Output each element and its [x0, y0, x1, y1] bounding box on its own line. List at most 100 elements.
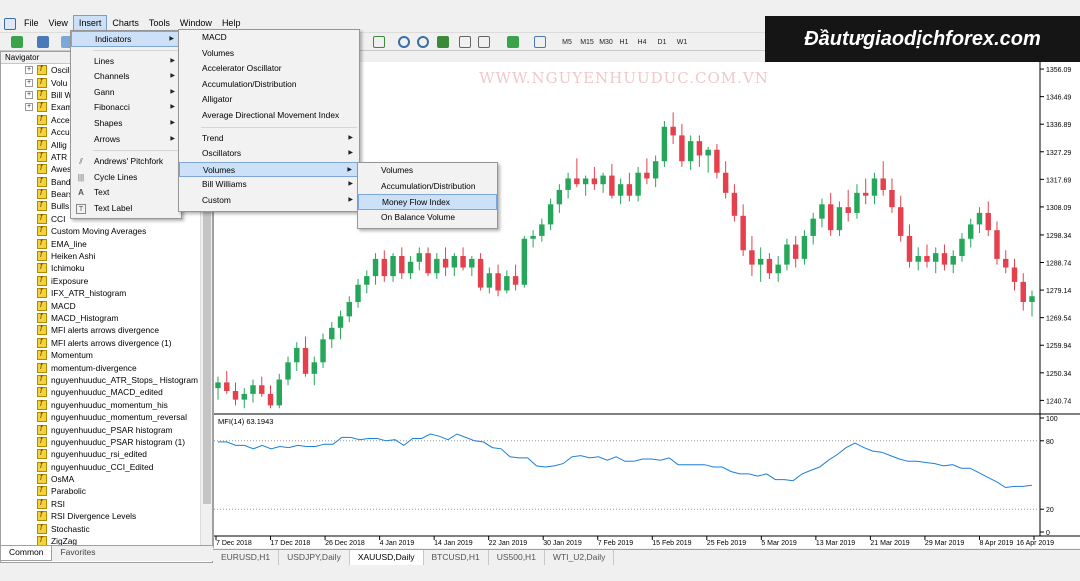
menu-charts[interactable]: Charts: [107, 16, 144, 31]
menu-file[interactable]: File: [19, 16, 44, 31]
navigator-item[interactable]: Momentum: [1, 349, 201, 361]
navigator-item[interactable]: MFI alerts arrows divergence (1): [1, 337, 201, 349]
menu-item-shapes[interactable]: Shapes ▶: [71, 116, 181, 132]
indicator-icon: [37, 448, 47, 460]
navigator-scroll-thumb[interactable]: [203, 184, 211, 504]
candle-body: [836, 207, 843, 231]
navigator-item[interactable]: MFI alerts arrows divergence: [1, 324, 201, 336]
menu-item-fibonacci[interactable]: Fibonacci ▶: [71, 100, 181, 116]
chart-tab[interactable]: US500,H1: [489, 550, 545, 565]
menu-item-cycle-lines[interactable]: ||| Cycle Lines: [71, 170, 181, 186]
navigator-item[interactable]: Parabolic: [1, 485, 201, 497]
navigator-item[interactable]: OsMA: [1, 473, 201, 485]
pitchfork-icon: ⫽: [79, 157, 83, 167]
tf-h4[interactable]: H4: [636, 35, 648, 49]
expand-icon[interactable]: +: [25, 78, 33, 87]
navigator-item[interactable]: MACD_Histogram: [1, 312, 201, 324]
adx-label: Average Directional Movement Index: [202, 109, 340, 120]
candle-body: [626, 184, 633, 196]
chart-tab[interactable]: WTI_U2,Daily: [545, 550, 615, 565]
menu-item-oscillators[interactable]: Oscillators ▶: [179, 146, 359, 162]
menu-item-volumes[interactable]: Volumes: [179, 46, 359, 62]
menu-item-on-balance-volume[interactable]: On Balance Volume: [358, 210, 497, 226]
menu-item-volumes-group[interactable]: Volumes ▶: [179, 161, 359, 178]
tf-w1[interactable]: W1: [675, 35, 689, 49]
autoscroll-button[interactable]: [477, 35, 491, 49]
menu-item-adx[interactable]: Average Directional Movement Index: [179, 108, 359, 124]
profiles-button[interactable]: [32, 35, 54, 49]
navigator-item[interactable]: EMA_line: [1, 237, 201, 249]
chart-tab[interactable]: EURUSD,H1: [213, 550, 280, 565]
navigator-item[interactable]: nguyenhuuduc_momentum_his: [1, 399, 201, 411]
menu-item-custom[interactable]: Custom ▶: [179, 193, 359, 209]
tab-favorites[interactable]: Favorites: [52, 546, 103, 561]
menu-item-indicators[interactable]: Indicators ▶: [71, 31, 181, 47]
new-chart-button[interactable]: [6, 35, 28, 49]
tf-m5[interactable]: M5: [560, 35, 574, 49]
menu-item-macd[interactable]: MACD: [179, 30, 359, 46]
navigator-item[interactable]: nguyenhuuduc_MACD_edited: [1, 386, 201, 398]
menu-item-bill-williams[interactable]: Bill Williams ▶: [179, 177, 359, 193]
menu-view[interactable]: View: [44, 16, 73, 31]
chart-shift-button[interactable]: [458, 35, 472, 49]
menu-tools[interactable]: Tools: [144, 16, 175, 31]
menu-item-acc-dist-indicator[interactable]: Accumulation/Distribution: [358, 179, 497, 195]
navigator-item[interactable]: nguyenhuuduc_momentum_reversal: [1, 411, 201, 423]
menu-item-text-label[interactable]: T Text Label: [71, 201, 181, 217]
menu-item-arrows[interactable]: Arrows ▶: [71, 132, 181, 148]
candle-body: [661, 126, 668, 162]
navigator-item[interactable]: Custom Moving Averages: [1, 225, 201, 237]
navigator-item[interactable]: Heiken Ashi: [1, 250, 201, 262]
menu-item-accumulation-distribution[interactable]: Accumulation/Distribution: [179, 77, 359, 93]
zoom-in-button[interactable]: [397, 35, 411, 49]
chart-tab[interactable]: BTCUSD,H1: [424, 550, 489, 565]
navigator-item[interactable]: RSI: [1, 498, 201, 510]
tab-common[interactable]: Common: [0, 546, 53, 561]
chart-tab[interactable]: XAUUSD,Daily: [349, 550, 424, 565]
indicator-icon: [37, 213, 47, 224]
navigator-item-label: EMA_line: [51, 238, 87, 249]
menu-item-channels[interactable]: Channels ▶: [71, 69, 181, 85]
zoom-out-icon: [417, 36, 429, 48]
expand-icon[interactable]: +: [25, 103, 33, 112]
indicators-submenu: MACD Volumes Accelerator Oscillator Accu…: [178, 29, 360, 212]
expand-icon[interactable]: +: [25, 66, 33, 75]
tf-d1[interactable]: D1: [656, 35, 668, 49]
menu-item-trend[interactable]: Trend ▶: [179, 131, 359, 147]
navigator-item[interactable]: nguyenhuuduc_PSAR histogram (1): [1, 436, 201, 448]
navigator-item[interactable]: IFX_ATR_histogram: [1, 287, 201, 299]
zoom-out-button[interactable]: [416, 35, 430, 49]
navigator-item[interactable]: nguyenhuuduc_rsi_edited: [1, 448, 201, 460]
navigator-item[interactable]: Stochastic: [1, 522, 201, 534]
navigator-item[interactable]: nguyenhuuduc_CCI_Edited: [1, 461, 201, 473]
tf-m30[interactable]: M30: [598, 35, 614, 49]
navigator-item[interactable]: MACD: [1, 299, 201, 311]
navigator-item[interactable]: RSI Divergence Levels: [1, 510, 201, 522]
menu-item-andrews-pitchfork[interactable]: ⫽ Andrews' Pitchfork: [71, 154, 181, 170]
menu-item-alligator[interactable]: Alligator: [179, 92, 359, 108]
indicator-icon: [37, 473, 47, 485]
navigator-item[interactable]: momentum-divergence: [1, 361, 201, 373]
templates-button[interactable]: [530, 35, 550, 49]
navigator-item[interactable]: iExposure: [1, 275, 201, 287]
navigator-item[interactable]: nguyenhuuduc_ATR_Stops_ Histogram: [1, 374, 201, 386]
price-tick-label: 1240.74: [1046, 398, 1071, 405]
navigator-item[interactable]: nguyenhuuduc_PSAR histogram: [1, 423, 201, 435]
indicators-button[interactable]: [503, 35, 523, 49]
menu-item-volumes-indicator[interactable]: Volumes: [358, 163, 497, 179]
expand-icon[interactable]: +: [25, 90, 33, 99]
menu-item-text[interactable]: A Text: [71, 185, 181, 201]
tf-h1[interactable]: H1: [618, 35, 630, 49]
navigator-item[interactable]: Ichimoku: [1, 262, 201, 274]
navigator-item-label: Bulls: [51, 201, 70, 212]
menu-item-money-flow-index[interactable]: Money Flow Index: [358, 194, 497, 210]
menu-item-gann[interactable]: Gann ▶: [71, 85, 181, 101]
tile-windows-button[interactable]: [436, 35, 450, 49]
chart-tab[interactable]: USDJPY,Daily: [279, 550, 350, 565]
crosshair-button[interactable]: [372, 35, 386, 49]
candle-body: [985, 212, 991, 231]
tf-m15[interactable]: M15: [579, 35, 595, 49]
menu-item-lines[interactable]: Lines ▶: [71, 54, 181, 70]
date-tick-label: 5 Mar 2019: [761, 540, 797, 547]
menu-item-accelerator-oscillator[interactable]: Accelerator Oscillator: [179, 61, 359, 77]
